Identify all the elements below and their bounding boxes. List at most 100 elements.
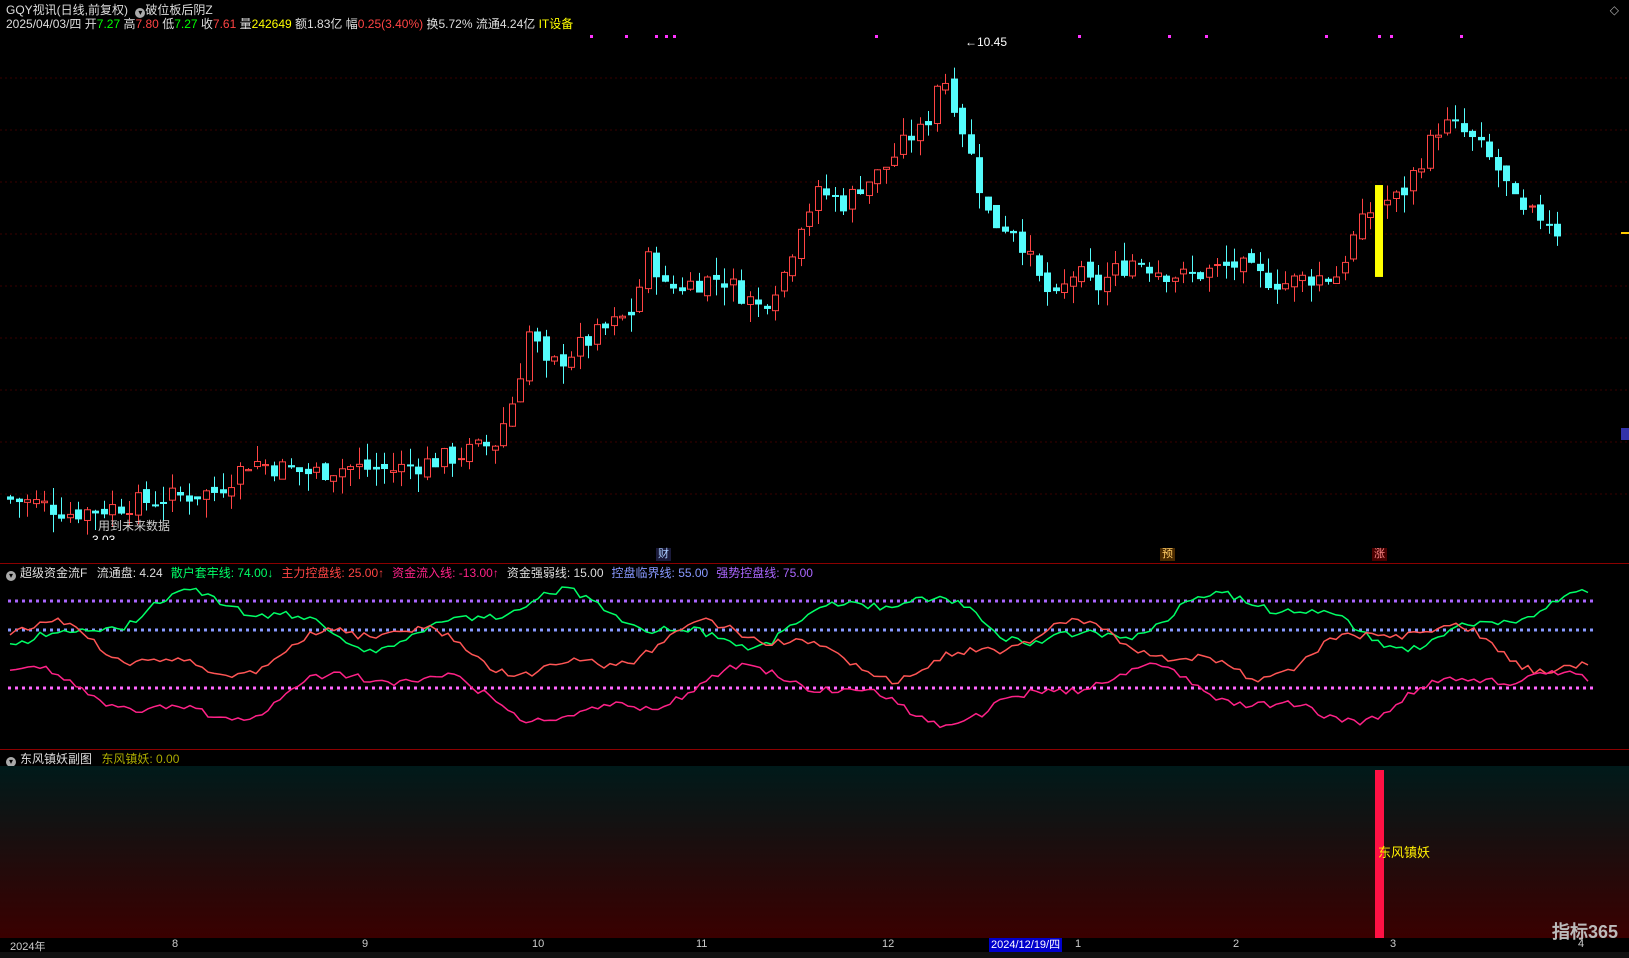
candle-body [959,107,966,135]
candle-body [1291,275,1298,288]
panel-separator-2 [0,749,1629,750]
candle-body [1189,271,1196,274]
marker-zhang[interactable]: 涨 [1372,548,1387,561]
candle-body [24,499,31,503]
event-dot [875,35,878,38]
float-value: 4.24亿 [499,17,536,31]
candle-body [1478,136,1485,141]
price-tick-marker [1621,232,1629,234]
chart-title-row: GQY视讯(日线,前复权) ▾ 破位板后阴Z [6,3,213,18]
candle-body [475,439,482,445]
x-axis-label: 12 [882,938,895,950]
candle-body [254,461,261,468]
candle-body [1265,272,1272,289]
candle-body [492,445,499,451]
candle-body [237,465,244,485]
candle-body [1410,170,1417,192]
turn-value: 5.72% [438,17,473,31]
candle-body [1486,141,1493,158]
candle-body [517,378,524,403]
candle-body [670,283,677,289]
stock-title[interactable]: GQY视讯(日线,前复权) [6,3,128,17]
candle-body [449,446,456,464]
chg-value: 0.25(3.40%) [357,17,424,31]
marker-yu[interactable]: 预 [1160,548,1175,561]
x-axis-label: 1 [1075,938,1082,950]
candle-body [1393,191,1400,199]
event-dot [625,35,628,38]
candle-body [1546,223,1553,226]
candle-body [347,466,354,470]
candle-body [211,486,218,493]
candle-body [305,468,312,475]
candle-body [1240,257,1247,273]
candle-body [1129,260,1136,277]
candle-body [1070,276,1077,287]
candle-body [500,423,507,447]
indicator1-name[interactable]: 超级资金流F [20,566,87,580]
indicator1-header: ▾ 超级资金流F 流通盘: 4.24 散户套牢线: 74.00↓ 主力控盘线: 25.… [6,566,821,581]
candle-body [245,469,252,472]
candle-body [747,296,754,306]
signal-bar-label: 东风镇妖 [1378,845,1431,860]
candle-body [866,181,873,197]
event-dot [1205,35,1208,38]
candle-body [1121,260,1128,276]
candle-body [271,465,278,477]
candle-body [891,156,898,166]
candle-body [1019,231,1026,253]
fund-flow-chart[interactable] [0,580,1629,748]
candlestick-chart[interactable]: ←10.45 ←3.03 [0,30,1629,540]
low-label: 低 [162,17,175,31]
candle-body [1435,134,1442,138]
candle-body [1282,283,1289,290]
candle-body [789,256,796,277]
main-control-line [9,617,1589,685]
strategy-name[interactable]: 破位板后阴Z [145,3,212,17]
sector-tag[interactable]: IT设备 [539,17,574,31]
candle-body [1316,275,1323,286]
diamond-icon[interactable]: ◇ [1610,3,1619,17]
panel-separator-1 [0,563,1629,564]
candle-body [560,354,567,367]
float-label: 流通 [475,17,500,31]
signal-candle [1375,185,1383,277]
event-dot [665,35,668,38]
candle-body [1180,268,1187,275]
event-dot [1168,35,1171,38]
indicator2-name[interactable]: 东风镇妖副图 [20,752,92,766]
candle-body [577,336,584,357]
candle-body [373,466,380,470]
candle-body [594,324,601,345]
candle-body [832,194,839,197]
event-dot [1460,35,1463,38]
marker-cai[interactable]: 财 [656,548,671,561]
candle-body [33,499,40,505]
x-axis-label: 2 [1233,938,1240,950]
candle-body [900,134,907,155]
amt-value: 1.83亿 [307,17,343,31]
candle-body [152,504,159,507]
candle-body [1095,274,1102,291]
candle-body [883,166,890,170]
candle-body [1350,234,1357,260]
candle-body [568,356,575,368]
candle-body [772,294,779,312]
candle-body [1512,183,1519,195]
candle-body [1257,263,1264,272]
candle-body [288,465,295,468]
candle-body [636,286,643,312]
event-dot [1325,35,1328,38]
candle-body [908,135,915,141]
candle-body [1520,197,1527,210]
indicator1-legend-item: 强势控盘线: 75.00 [716,566,813,580]
candle-body [407,464,414,467]
candle-body [169,487,176,501]
candle-body [109,504,116,516]
candle-body [619,315,626,319]
candle-body [483,441,490,447]
status-bar [0,952,1629,958]
candle-body [415,466,422,475]
candle-body [194,496,201,500]
candle-body [1214,264,1221,267]
